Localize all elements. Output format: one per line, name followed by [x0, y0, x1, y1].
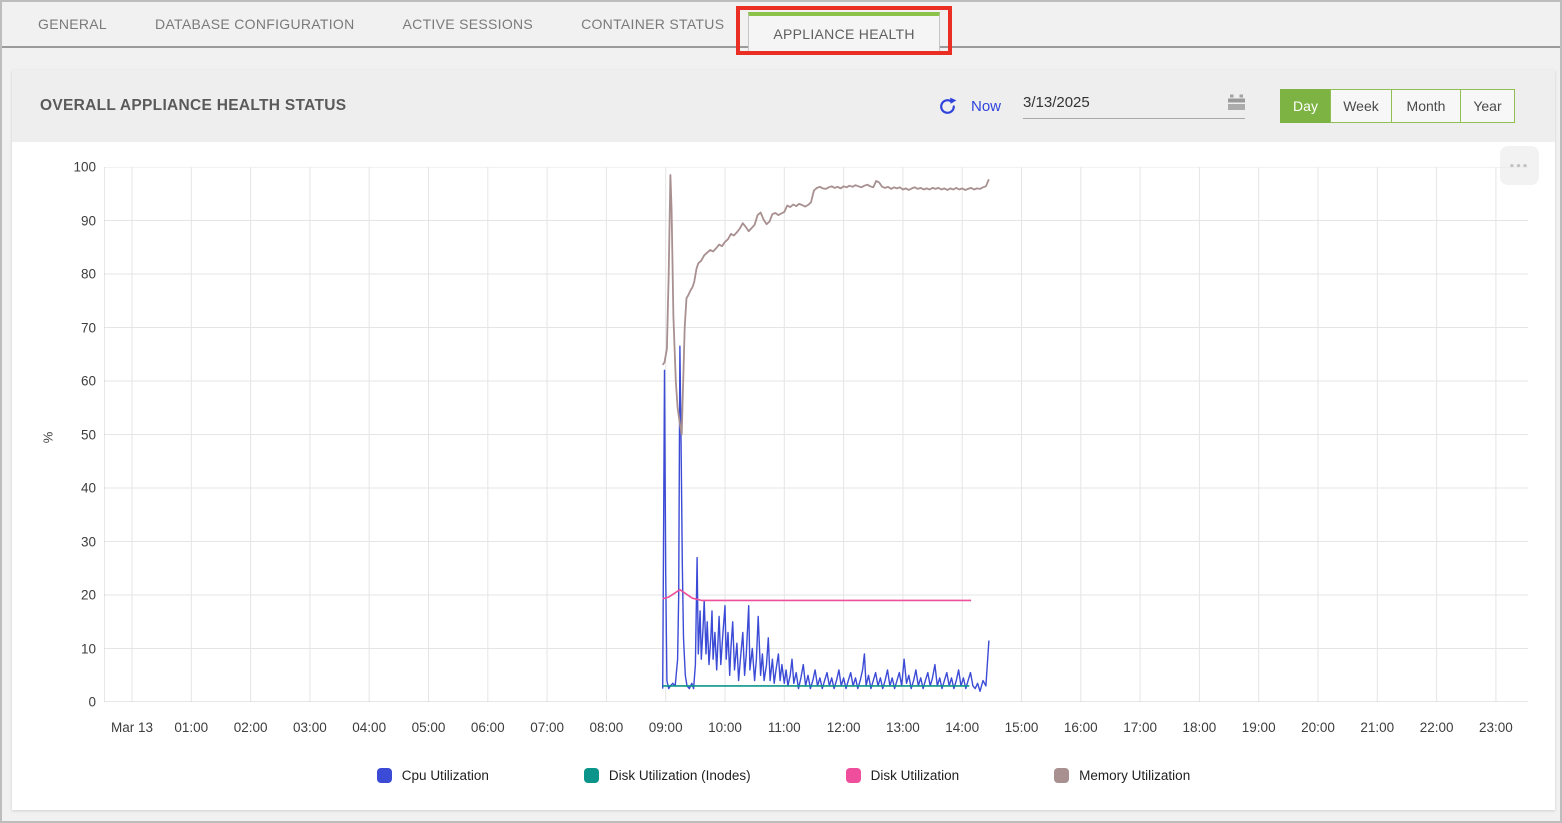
y-tick-label: 40: [38, 481, 96, 496]
tab-active-sessions[interactable]: ACTIVE SESSIONS: [379, 2, 558, 46]
y-tick-label: 60: [38, 374, 96, 389]
legend-item[interactable]: Disk Utilization: [846, 768, 960, 783]
x-tick-label: 05:00: [412, 720, 446, 735]
legend-label: Disk Utilization (Inodes): [609, 768, 751, 783]
tab-appliance-health-label: APPLIANCE HEALTH: [773, 26, 914, 42]
refresh-icon: [937, 96, 958, 117]
x-tick-label: 17:00: [1123, 720, 1157, 735]
x-tick-label: 18:00: [1182, 720, 1216, 735]
range-button-day[interactable]: Day: [1280, 89, 1331, 123]
legend-label: Cpu Utilization: [402, 768, 489, 783]
y-tick-label: 50: [38, 427, 96, 442]
x-tick-label: 08:00: [589, 720, 623, 735]
x-tick-label: 10:00: [708, 720, 742, 735]
y-tick-label: 0: [38, 695, 96, 710]
tab-general[interactable]: GENERAL: [14, 2, 131, 46]
tab-appliance-health[interactable]: APPLIANCE HEALTH: [748, 12, 939, 52]
tab-database-configuration[interactable]: DATABASE CONFIGURATION: [131, 2, 379, 46]
x-tick-label: 06:00: [471, 720, 505, 735]
x-tick-label: 09:00: [649, 720, 683, 735]
x-tick-label: 21:00: [1360, 720, 1394, 735]
x-tick-label: 01:00: [174, 720, 208, 735]
legend-swatch: [1054, 768, 1069, 783]
legend-item[interactable]: Cpu Utilization: [377, 768, 489, 783]
x-tick-label: 12:00: [827, 720, 861, 735]
x-tick-label: 07:00: [530, 720, 564, 735]
legend-swatch: [846, 768, 861, 783]
panel-title: OVERALL APPLIANCE HEALTH STATUS: [40, 97, 346, 115]
x-tick-label: 11:00: [768, 720, 801, 735]
range-button-group: Day Week Month Year: [1281, 89, 1515, 123]
y-tick-label: 80: [38, 267, 96, 282]
x-tick-label: 02:00: [234, 720, 268, 735]
y-tick-label: 100: [38, 160, 96, 175]
x-tick-label: 20:00: [1301, 720, 1335, 735]
legend-item[interactable]: Disk Utilization (Inodes): [584, 768, 751, 783]
tab-container-status[interactable]: CONTAINER STATUS: [557, 2, 748, 46]
x-tick-label: 22:00: [1420, 720, 1454, 735]
tab-bar: GENERAL DATABASE CONFIGURATION ACTIVE SE…: [2, 2, 1560, 48]
x-tick-label: 14:00: [945, 720, 979, 735]
refresh-button[interactable]: [937, 95, 959, 117]
x-tick-label: 16:00: [1064, 720, 1098, 735]
plot-region: [104, 167, 1528, 702]
chart-area: ••• % Mar 1301:0002:0003:0004:0005:0006:…: [12, 142, 1555, 810]
plot-svg: [104, 167, 1528, 702]
date-field: [1023, 94, 1245, 119]
range-button-week[interactable]: Week: [1330, 89, 1392, 123]
panel-header: OVERALL APPLIANCE HEALTH STATUS Now: [12, 70, 1555, 142]
y-tick-label: 30: [38, 534, 96, 549]
range-button-year[interactable]: Year: [1460, 89, 1515, 123]
app-window: GENERAL DATABASE CONFIGURATION ACTIVE SE…: [0, 0, 1562, 823]
y-tick-label: 70: [38, 320, 96, 335]
x-tick-label: 13:00: [886, 720, 920, 735]
legend-swatch: [584, 768, 599, 783]
y-tick-label: 10: [38, 641, 96, 656]
x-tick-label: Mar 13: [111, 720, 153, 735]
x-tick-label: 15:00: [1005, 720, 1039, 735]
x-tick-label: 03:00: [293, 720, 327, 735]
legend-item[interactable]: Memory Utilization: [1054, 768, 1190, 783]
date-input[interactable]: [1023, 94, 1228, 111]
legend-label: Disk Utilization: [871, 768, 960, 783]
calendar-icon[interactable]: [1228, 94, 1245, 110]
chart-legend: Cpu Utilization Disk Utilization (Inodes)…: [12, 768, 1555, 783]
legend-swatch: [377, 768, 392, 783]
y-tick-label: 90: [38, 213, 96, 228]
range-button-month[interactable]: Month: [1391, 89, 1461, 123]
header-controls: Now Day Week Month: [937, 89, 1515, 123]
x-tick-label: 04:00: [352, 720, 386, 735]
now-link[interactable]: Now: [971, 98, 1001, 115]
y-tick-label: 20: [38, 588, 96, 603]
legend-label: Memory Utilization: [1079, 768, 1190, 783]
x-tick-label: 19:00: [1242, 720, 1276, 735]
appliance-health-panel: OVERALL APPLIANCE HEALTH STATUS Now: [12, 70, 1555, 810]
x-tick-label: 23:00: [1479, 720, 1513, 735]
